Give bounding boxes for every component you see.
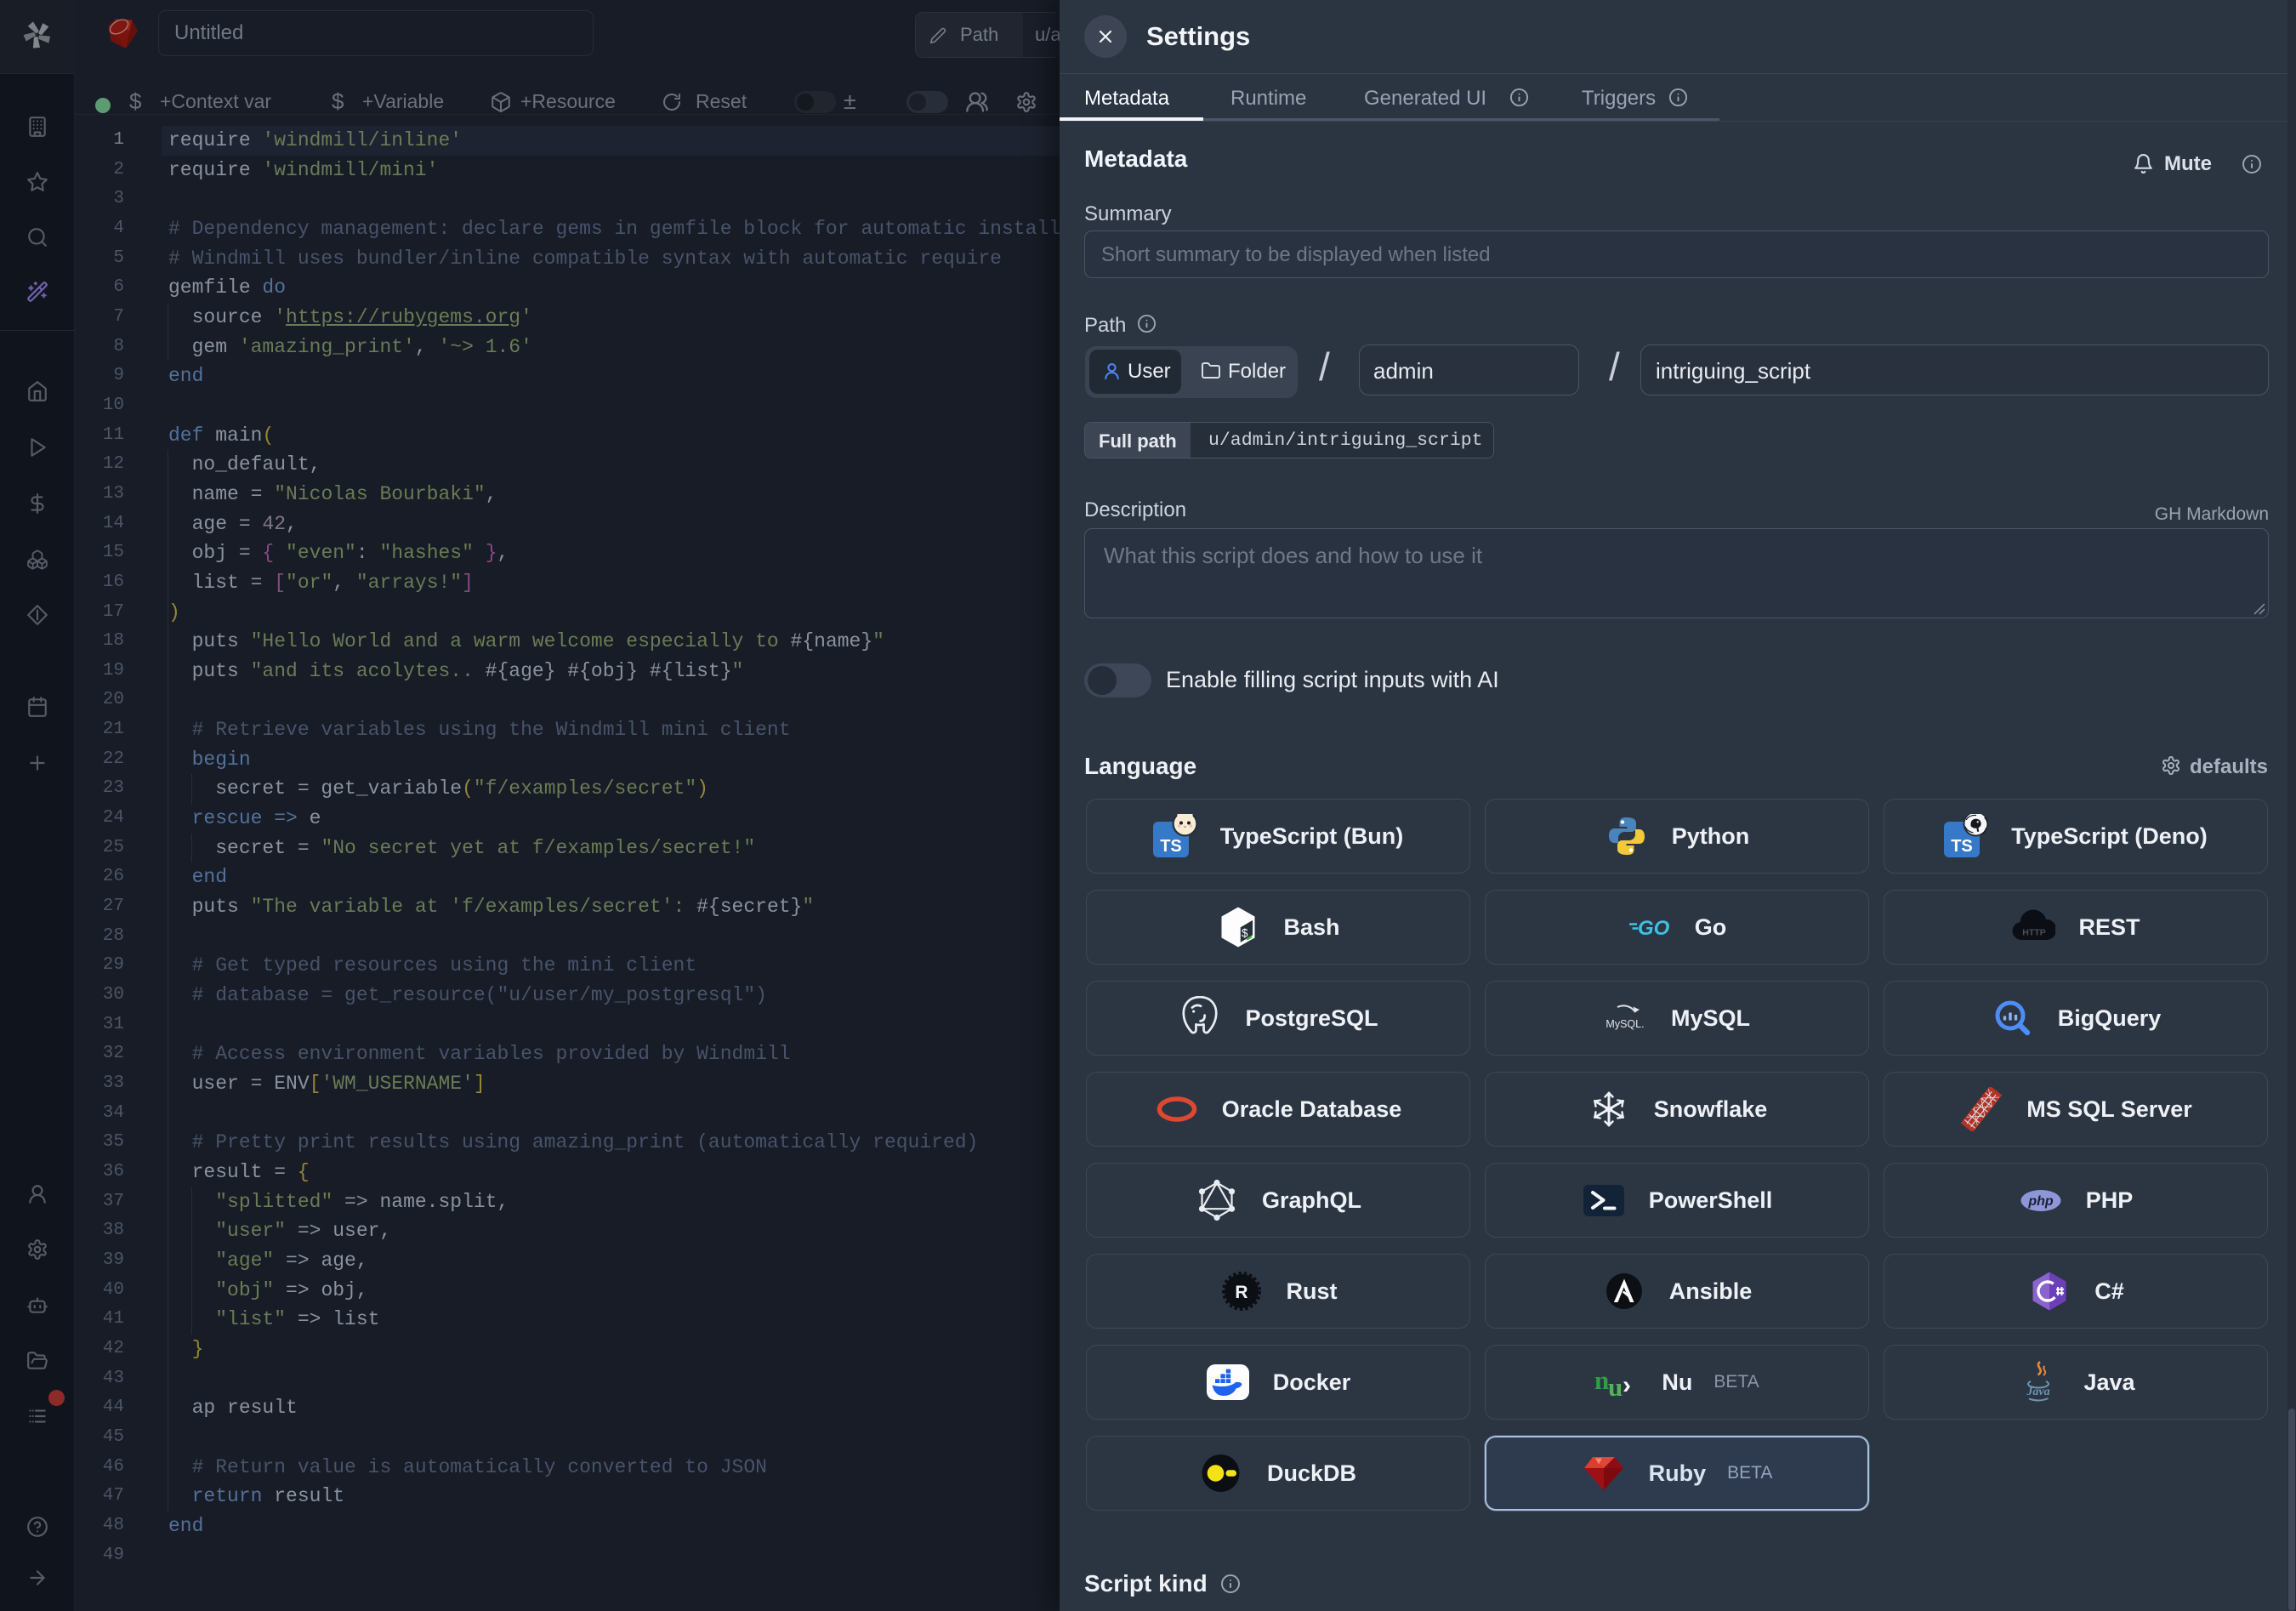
svg-text:Java: Java	[2026, 1386, 2050, 1398]
svg-text:$: $	[1242, 927, 1249, 940]
svg-text:TS: TS	[1160, 837, 1182, 856]
svg-text:MySQL.: MySQL.	[1605, 1018, 1644, 1030]
svg-text:n: n	[1594, 1365, 1609, 1395]
svg-text:GO: GO	[1638, 917, 1670, 940]
svg-text:u: u	[1608, 1372, 1623, 1402]
svg-text:›: ›	[1623, 1371, 1631, 1399]
svg-text:HTTP: HTTP	[2023, 928, 2046, 938]
svg-text:TS: TS	[1951, 837, 1973, 856]
svg-text:php: php	[2027, 1194, 2054, 1209]
svg-text:R: R	[1235, 1283, 1247, 1302]
